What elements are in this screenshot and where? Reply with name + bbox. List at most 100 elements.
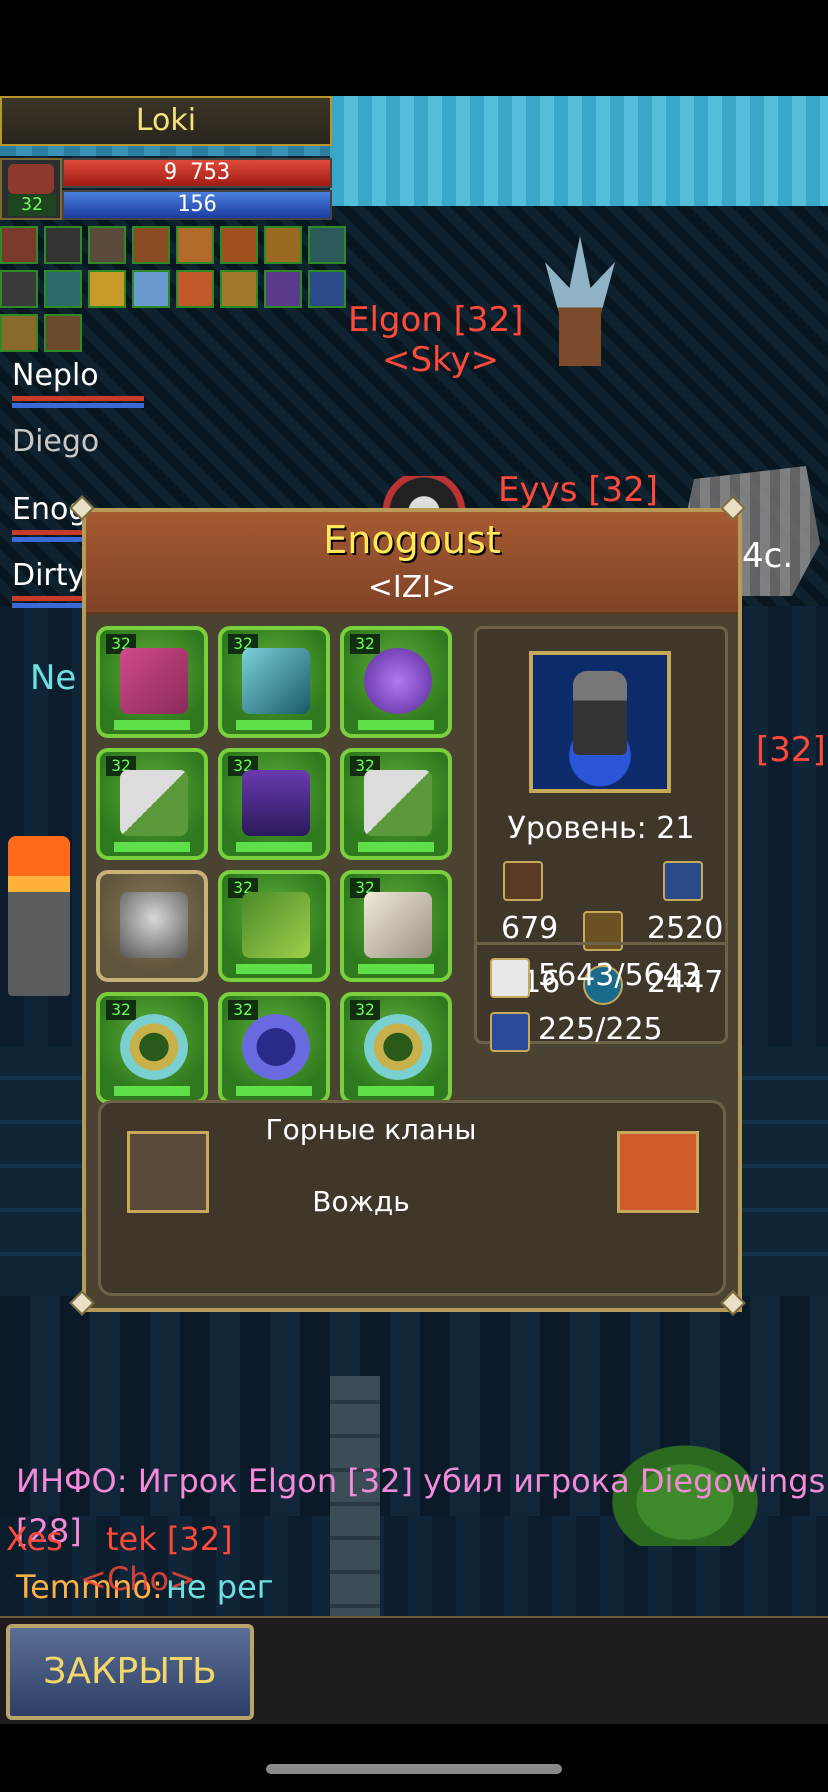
buff-icon[interactable]	[88, 226, 126, 264]
shield-icon	[663, 861, 703, 901]
party-member[interactable]: Neplo	[12, 358, 144, 408]
durability-bar	[358, 964, 434, 974]
close-button[interactable]: ЗАКРЫТЬ	[6, 1624, 254, 1720]
hammer-icon	[120, 770, 188, 836]
gloves-icon	[364, 892, 432, 958]
equip-slot-cloak[interactable]: 32	[96, 626, 208, 738]
panel-header: Enogoust <IZI>	[86, 512, 738, 615]
hp-bar: 9 753	[62, 158, 332, 188]
npc-clan-elgon: <Sky>	[382, 340, 500, 380]
equip-slot-weapon-right[interactable]: 32	[340, 748, 452, 860]
durability-bar	[114, 1086, 190, 1096]
npc-name-elgon[interactable]: Elgon [32]	[348, 300, 523, 340]
player-level: 32	[8, 194, 56, 216]
clan-emblem-icon	[127, 1131, 209, 1213]
durability-bar	[114, 720, 190, 730]
equip-slot-ring-right[interactable]: 32	[340, 992, 452, 1104]
buff-icon[interactable]	[308, 270, 346, 308]
chat-info-message: ИНФО: Игрок Elgon [32] убил игрока Diego…	[16, 1462, 826, 1500]
sword-icon	[503, 861, 543, 901]
durability-bar	[114, 842, 190, 852]
party-member-name: Diego	[12, 424, 100, 459]
durability-bar	[236, 842, 312, 852]
buff-icon[interactable]	[132, 226, 170, 264]
brush-icon[interactable]	[44, 314, 82, 352]
equip-slot-gloves[interactable]: 32	[340, 870, 452, 982]
player-name: Loki	[0, 96, 332, 146]
timer-text: 4c.	[742, 536, 794, 576]
trident-icon[interactable]	[308, 226, 346, 264]
buff-icon[interactable]	[220, 226, 258, 264]
item-level: 32	[350, 634, 380, 654]
armor-icon	[242, 770, 310, 836]
buff-icon[interactable]	[220, 270, 258, 308]
amulet-icon	[364, 648, 432, 714]
player-avatar[interactable]: 32	[0, 158, 62, 220]
equip-slot-head[interactable]	[96, 870, 208, 982]
durability-bar	[236, 964, 312, 974]
durability-bar	[236, 720, 312, 730]
equip-slot-ring-left[interactable]: 32	[96, 992, 208, 1104]
star-icon[interactable]	[132, 270, 170, 308]
equip-slot-amulet[interactable]: 32	[340, 626, 452, 738]
hp-value: 5643/5643	[538, 958, 701, 993]
boots-icon	[242, 1014, 310, 1080]
yin-yang-icon[interactable]	[44, 226, 82, 264]
buff-icon[interactable]	[264, 226, 302, 264]
health-cross-icon	[490, 958, 530, 998]
ring-icon	[364, 1014, 432, 1080]
durability-bar	[358, 842, 434, 852]
buff-icon[interactable]	[0, 314, 38, 352]
party-mp-line	[12, 403, 144, 408]
character-name: Enogoust	[323, 518, 501, 562]
potion-icon[interactable]	[264, 270, 302, 308]
durability-bar	[358, 720, 434, 730]
party-member[interactable]: Diego	[12, 424, 99, 459]
attack-value: 679	[501, 911, 559, 946]
equip-slot-armor[interactable]: 32	[218, 748, 330, 860]
home-indicator[interactable]	[266, 1764, 562, 1774]
clan-name: Горные кланы	[265, 1113, 477, 1146]
water-pond	[330, 96, 828, 206]
crossed-axes-icon	[617, 1131, 699, 1213]
durability-bar	[358, 1086, 434, 1096]
clan-rank: Вождь	[312, 1185, 410, 1218]
star-icon[interactable]	[88, 270, 126, 308]
hood-icon	[242, 648, 310, 714]
buff-icon[interactable]	[0, 226, 38, 264]
player-hud[interactable]: Loki 32 9 753 156	[0, 96, 332, 224]
party-member-name: Neplo	[12, 358, 99, 393]
clan-info: Горные кланы Вождь	[98, 1100, 726, 1296]
buff-icon[interactable]	[44, 270, 82, 308]
equip-slot-boots[interactable]: 32	[218, 992, 330, 1104]
npc-name-eyys[interactable]: Eyys [32]	[498, 470, 658, 510]
avatar-face-icon	[8, 164, 54, 194]
hammer-icon	[364, 770, 432, 836]
chat-player-name[interactable]: Xes	[6, 1520, 63, 1558]
nearby-player-name[interactable]: Ne	[30, 658, 76, 698]
mana-icon	[490, 1012, 530, 1052]
strength-figure-icon	[583, 911, 623, 951]
buff-icon[interactable]	[0, 270, 38, 308]
divider	[474, 942, 728, 945]
torch-brazier	[8, 836, 70, 996]
character-inspect-panel: Enogoust <IZI> 32 32 32 32 32 32 32 32 3…	[82, 508, 742, 1312]
character-figure-icon	[573, 671, 627, 755]
character-level: Уровень: 21	[507, 811, 695, 846]
character-portrait	[529, 651, 671, 793]
mp-bar: 156	[62, 190, 332, 220]
equip-slot-belt[interactable]: 32	[218, 870, 330, 982]
equipment-grid: 32 32 32 32 32 32 32 32 32 32 32	[96, 626, 468, 1126]
character-clan-tag: <IZI>	[367, 570, 457, 605]
ring-icon	[120, 1014, 188, 1080]
defense-value: 2520	[647, 911, 724, 946]
equip-slot-weapon-left[interactable]: 32	[96, 748, 208, 860]
buff-icon[interactable]	[176, 226, 214, 264]
equip-slot-hood[interactable]: 32	[218, 626, 330, 738]
chat-message: не рег	[166, 1568, 274, 1606]
party-hp-line	[12, 396, 144, 401]
belt-icon	[242, 892, 310, 958]
cloak-icon	[120, 648, 188, 714]
star-icon[interactable]	[176, 270, 214, 308]
chat-player-level: tek [32]	[106, 1520, 233, 1558]
